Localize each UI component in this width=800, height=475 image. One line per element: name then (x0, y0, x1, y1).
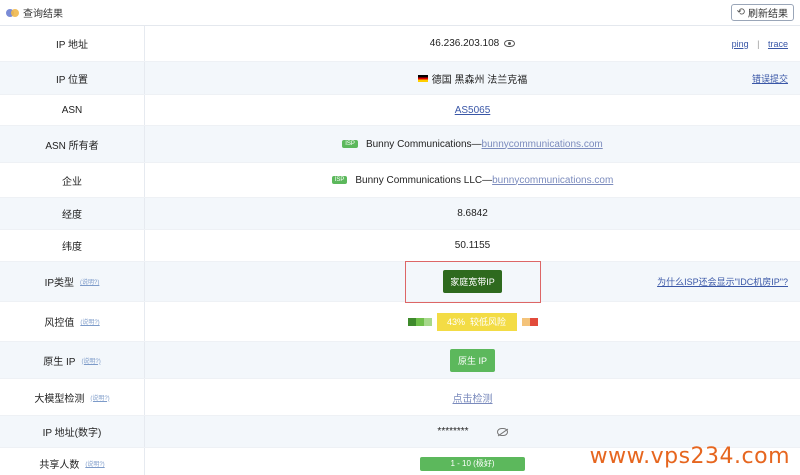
native-ip-badge: 原生 IP (449, 348, 495, 372)
ip-number-label: IP 地址(数字) (0, 416, 145, 447)
watermark: www.vps234.com (589, 444, 790, 469)
ip-type-highlight-box: 家庭宽带IP (404, 260, 541, 303)
company-domain-link[interactable]: bunnycommunications.com (492, 175, 613, 186)
ip-number-value: ******** (437, 426, 469, 437)
row-ip-type: IP类型 (说明?) 家庭宽带IP 为什么ISP还会显示"IDC机房IP"? (0, 260, 800, 303)
risk-score-value: 43% (446, 316, 465, 327)
shared-users-badge: 1 - 10 (极好) (420, 456, 525, 471)
ip-address-label: IP 地址 (0, 26, 145, 61)
row-ip-location: IP 位置 德国 黑森州 法兰克福 错误提交 (0, 62, 800, 95)
ip-type-help-link[interactable]: (说明?) (80, 277, 99, 286)
risk-segment (423, 317, 432, 326)
link-separator: | (757, 38, 760, 49)
latitude-label: 纬度 (0, 230, 145, 261)
refresh-label: 刷新结果 (748, 9, 788, 20)
ping-link[interactable]: ping (732, 39, 749, 49)
risk-segment (407, 317, 416, 326)
company-label: 企业 (0, 163, 145, 197)
risk-level-text: 较低风险 (470, 317, 507, 327)
shared-users-label: 共享人数 (39, 460, 80, 471)
llm-detect-label: 大模型检测 (34, 393, 85, 405)
page-title: 查询结果 (23, 9, 63, 20)
row-latitude: 纬度 50.1155 (0, 230, 800, 262)
refresh-button[interactable]: ⟲ 刷新结果 (730, 4, 794, 21)
ip-type-badge: 家庭宽带IP (443, 270, 502, 293)
eye-slash-icon[interactable] (496, 427, 508, 436)
isp-tag: ISP (331, 176, 348, 184)
native-help-link[interactable]: (说明?) (81, 356, 100, 365)
company-name: Bunny Communications LLC— (355, 174, 493, 186)
risk-segment (415, 317, 424, 326)
asn-owner-label: ASN 所有者 (0, 126, 145, 162)
latitude-value: 50.1155 (454, 240, 491, 251)
llm-help-link[interactable]: (说明?) (90, 393, 109, 402)
logo-icon (6, 7, 19, 19)
ip-location-value: 德国 黑森州 法兰克福 (431, 74, 528, 86)
germany-flag-icon (417, 74, 428, 82)
ip-location-label: IP 位置 (0, 62, 145, 94)
row-native-ip: 原生 IP (说明?) 原生 IP (0, 342, 800, 379)
shared-help-link[interactable]: (说明?) (85, 459, 104, 468)
row-company: 企业 ISP Bunny Communications LLC— bunnyco… (0, 163, 800, 198)
ip-type-label: IP类型 (44, 278, 75, 289)
longitude-value: 8.6842 (457, 208, 488, 219)
risk-segment (521, 317, 530, 326)
isp-idc-question-link[interactable]: 为什么ISP还会显示"IDC机房IP"? (657, 277, 788, 287)
risk-meter: 43% 较低风险 (407, 312, 538, 331)
risk-help-link[interactable]: (说明?) (80, 317, 99, 326)
row-ip-address: IP 地址 46.236.203.108 ping | trace (0, 26, 800, 62)
row-longitude: 经度 8.6842 (0, 198, 800, 230)
row-asn-owner: ASN 所有者 ISP Bunny Communications— bunnyc… (0, 126, 800, 163)
asn-owner-domain-link[interactable]: bunnycommunications.com (482, 139, 603, 150)
asn-owner-name: Bunny Communications— (365, 138, 482, 150)
risk-score-badge: 43% 较低风险 (436, 312, 517, 331)
asn-link[interactable]: AS5065 (455, 105, 491, 116)
eye-icon[interactable] (504, 40, 516, 47)
report-error-link[interactable]: 错误提交 (752, 74, 788, 84)
risk-segment (529, 317, 538, 326)
row-asn: ASN AS5065 (0, 95, 800, 126)
native-ip-label: 原生 IP (43, 356, 76, 368)
result-header: 查询结果 ⟲ 刷新结果 (0, 0, 800, 26)
llm-detect-link[interactable]: 点击检测 (453, 390, 493, 405)
row-risk: 风控值 (说明?) 43% 较低风险 (0, 302, 800, 342)
ip-address-value: 46.236.203.108 (429, 38, 500, 49)
refresh-icon: ⟲ (736, 7, 745, 18)
row-llm-detect: 大模型检测 (说明?) 点击检测 (0, 379, 800, 416)
asn-label: ASN (0, 95, 145, 125)
longitude-label: 经度 (0, 198, 145, 229)
trace-link[interactable]: trace (768, 39, 788, 49)
risk-label: 风控值 (44, 318, 75, 329)
isp-tag: ISP (342, 140, 358, 148)
